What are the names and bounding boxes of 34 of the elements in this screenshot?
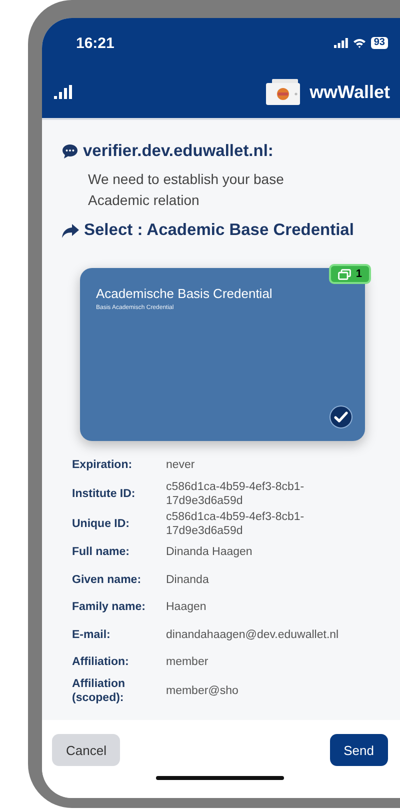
field-value: member@sho	[166, 684, 240, 698]
field-label: Expiration:	[72, 458, 134, 472]
field-value: Dinanda Haagen	[166, 545, 254, 560]
field-label: Given name:	[72, 572, 142, 587]
verifier-name: verifier.dev.eduwallet.nl:	[83, 142, 274, 161]
field-label: Affiliation:	[72, 655, 130, 670]
count-badge: 1	[328, 264, 371, 284]
field-value: member	[166, 655, 210, 670]
signal-icon	[334, 38, 348, 48]
request-message: We need to establish your base Academic relation	[88, 170, 285, 210]
selected-check-icon	[329, 405, 353, 429]
credential-title: Academische Basis Credential	[96, 286, 274, 301]
field-label: Unique ID:	[72, 516, 130, 530]
field-label: Institute ID:	[72, 486, 136, 500]
cancel-button[interactable]: Cancel	[52, 734, 120, 766]
field-value: dinandahaagen@dev.eduwallet.nl	[166, 628, 340, 642]
field-value: Haagen	[166, 600, 208, 614]
field-value: Dinanda	[166, 572, 210, 587]
chat-bubble-icon	[62, 144, 78, 159]
field-value: c586d1ca-4b59-4ef3-8cb1-17d9e3d6a59d	[166, 510, 306, 538]
copies-icon	[338, 268, 351, 280]
share-arrow-icon	[62, 224, 79, 238]
status-time: 16:21	[76, 34, 114, 52]
field-label: Family name:	[72, 600, 146, 614]
field-value: never	[166, 458, 196, 472]
app-name: wwWallet	[310, 82, 390, 102]
select-heading: Select : Academic Base Credential	[84, 221, 354, 240]
send-button[interactable]: Send	[330, 734, 388, 766]
battery-level: 93	[370, 37, 388, 49]
field-label: E-mail:	[72, 628, 112, 642]
wallet-logo-icon	[264, 78, 302, 106]
wifi-icon	[352, 38, 366, 48]
field-label: Full name:	[72, 545, 131, 560]
field-label: Affiliation (scoped):	[72, 677, 126, 705]
